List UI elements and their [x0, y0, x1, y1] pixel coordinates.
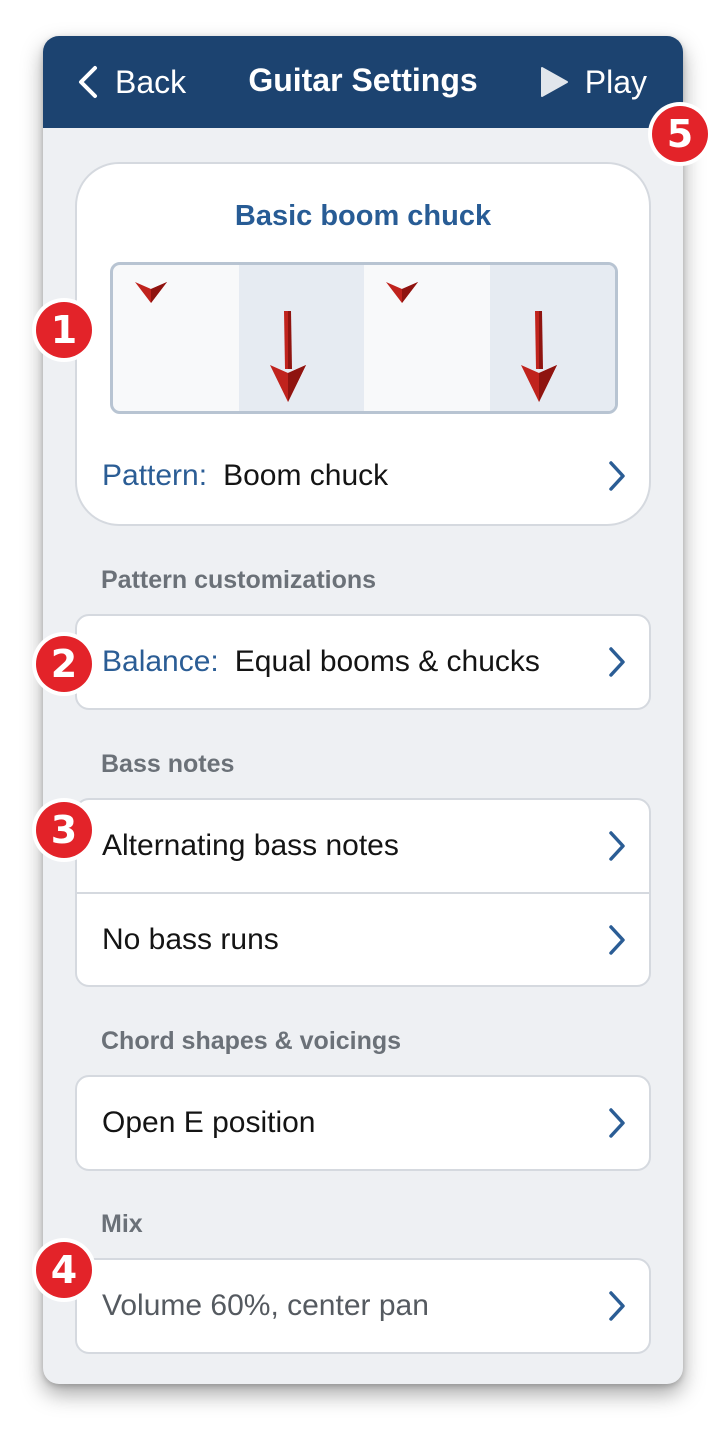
- customizations-group: Balance: Equal booms & chucks: [75, 614, 651, 710]
- chevron-right-icon: [609, 1291, 625, 1321]
- beat-1: [113, 265, 239, 411]
- callout-badge-1: 1: [36, 302, 92, 358]
- play-icon: [540, 67, 568, 97]
- big-down-strum-icon: [520, 311, 557, 402]
- alternating-bass-row[interactable]: Alternating bass notes: [77, 800, 649, 892]
- mix-row[interactable]: Volume 60%, center pan: [77, 1260, 649, 1352]
- section-label-customizations: Pattern customizations: [101, 566, 377, 594]
- callout-badge-5: 5: [652, 106, 708, 162]
- small-down-strum-icon: [135, 282, 167, 303]
- chevron-right-icon: [609, 925, 625, 955]
- bass-runs-row[interactable]: No bass runs: [77, 894, 649, 986]
- pattern-name-title: Basic boom chuck: [234, 200, 492, 232]
- strum-pattern-card: Basic boom chuck Pattern: Boom chuck: [75, 162, 651, 526]
- big-down-strum-icon: [269, 311, 306, 402]
- small-down-strum-icon: [386, 282, 418, 303]
- strum-pattern-preview[interactable]: [110, 262, 618, 414]
- balance-row[interactable]: Balance: Equal booms & chucks: [77, 616, 649, 708]
- chord-position-label: Open E position: [102, 1106, 316, 1139]
- beat-3: [364, 265, 490, 411]
- bass-runs-label: No bass runs: [102, 923, 279, 956]
- alternating-bass-label: Alternating bass notes: [102, 829, 399, 862]
- chevron-right-icon: [609, 461, 625, 491]
- chevron-right-icon: [609, 647, 625, 677]
- callout-badge-2: 2: [36, 636, 92, 692]
- play-label: Play: [584, 63, 647, 100]
- balance-value: Equal booms & chucks: [234, 645, 540, 678]
- pattern-row[interactable]: Pattern: Boom chuck: [77, 430, 649, 522]
- section-label-chord-shapes: Chord shapes & voicings: [101, 1027, 402, 1055]
- chevron-right-icon: [609, 831, 625, 861]
- guitar-settings-screen: Back Guitar Settings Play Basic boom chu…: [43, 36, 683, 1384]
- chord-shapes-group: Open E position: [75, 1075, 651, 1171]
- balance-key-label: Balance:: [102, 645, 219, 678]
- callout-badge-3: 3: [36, 802, 92, 858]
- pattern-value: Boom chuck: [223, 459, 389, 492]
- bass-notes-group: Alternating bass notes No bass runs: [75, 798, 651, 987]
- beat-2: [238, 265, 364, 411]
- pattern-key-label: Pattern:: [102, 459, 208, 492]
- chevron-right-icon: [609, 1108, 625, 1138]
- mix-group: Volume 60%, center pan: [75, 1258, 651, 1354]
- beat-4: [489, 265, 615, 411]
- mix-label: Volume 60%, center pan: [102, 1289, 429, 1322]
- section-label-mix: Mix: [101, 1210, 143, 1238]
- play-button[interactable]: Play: [539, 58, 647, 106]
- callout-badge-4: 4: [36, 1242, 92, 1298]
- navigation-bar: Back Guitar Settings Play: [43, 36, 683, 128]
- chord-position-row[interactable]: Open E position: [77, 1077, 649, 1169]
- section-label-bass-notes: Bass notes: [101, 750, 235, 778]
